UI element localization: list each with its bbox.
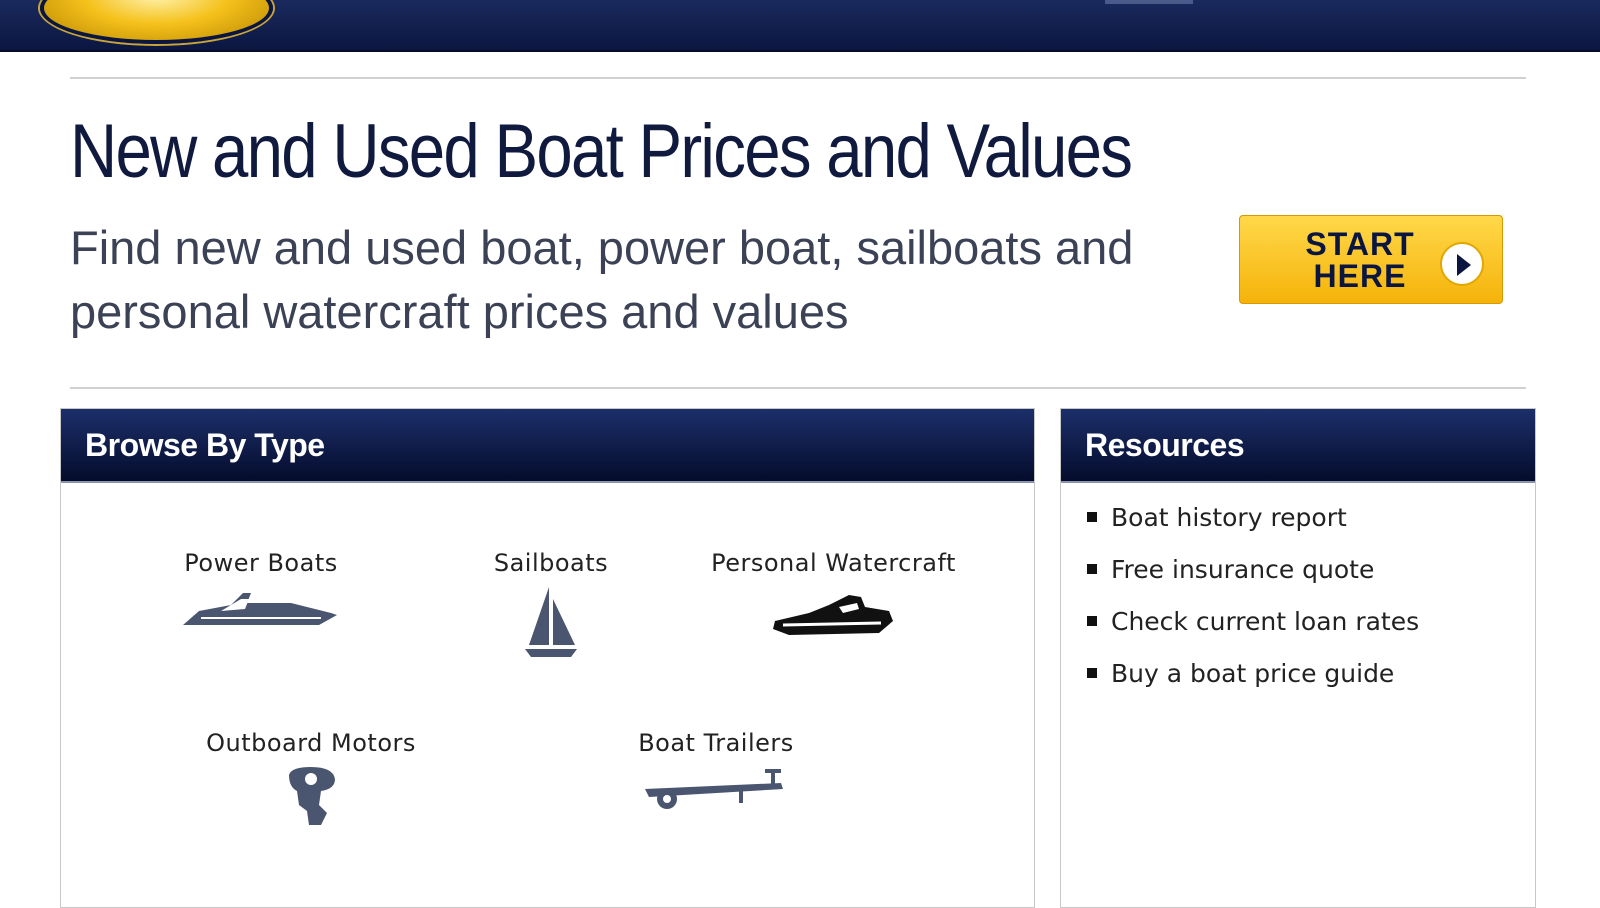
site-logo[interactable] xyxy=(40,0,273,44)
resource-link-price-guide[interactable]: Buy a boat price guide xyxy=(1087,659,1419,711)
browse-panel-title: Browse By Type xyxy=(85,427,325,463)
page-title: New and Used Boat Prices and Values xyxy=(70,109,1133,194)
power-boat-icon xyxy=(183,593,337,625)
top-nav-bar xyxy=(0,0,1600,52)
type-label: Boat Trailers xyxy=(638,729,794,757)
divider-top xyxy=(70,77,1526,79)
page-subtitle: Find new and used boat, power boat, sail… xyxy=(70,221,1134,338)
bullet-icon xyxy=(1087,668,1097,678)
resources-panel: Resources Boat history report Free insur… xyxy=(1060,408,1536,908)
type-label: Sailboats xyxy=(493,549,609,577)
resource-link-insurance-quote[interactable]: Free insurance quote xyxy=(1087,555,1419,607)
start-here-button[interactable]: START HERE xyxy=(1239,215,1503,304)
type-boat-trailers[interactable]: Boat Trailers xyxy=(616,729,816,815)
bullet-icon xyxy=(1087,616,1097,626)
boat-trailer-icon xyxy=(645,769,783,809)
type-label: Power Boats xyxy=(184,549,338,577)
type-sailboats[interactable]: Sailboats xyxy=(461,549,641,661)
resource-link-loan-rates[interactable]: Check current loan rates xyxy=(1087,607,1419,659)
resources-panel-header: Resources xyxy=(1061,409,1535,483)
browse-by-type-panel: Browse By Type Power Boats Sailboats Per… xyxy=(60,408,1035,908)
outboard-motor-icon xyxy=(289,767,335,825)
bullet-icon xyxy=(1087,512,1097,522)
type-label: Personal Watercraft xyxy=(711,549,956,577)
type-label: Outboard Motors xyxy=(206,729,416,757)
nav-tab-indicator xyxy=(1105,0,1193,4)
type-personal-watercraft[interactable]: Personal Watercraft xyxy=(701,549,966,645)
type-power-boats[interactable]: Power Boats xyxy=(161,549,361,635)
start-here-label: START HERE xyxy=(1305,226,1415,294)
resources-list: Boat history report Free insurance quote… xyxy=(1087,503,1419,711)
personal-watercraft-icon xyxy=(772,595,893,635)
type-outboard-motors[interactable]: Outboard Motors xyxy=(191,729,431,835)
resources-panel-title: Resources xyxy=(1085,427,1245,463)
divider-middle xyxy=(70,387,1526,389)
browse-panel-header: Browse By Type xyxy=(61,409,1034,483)
resource-link-boat-history[interactable]: Boat history report xyxy=(1087,503,1419,555)
play-arrow-icon xyxy=(1440,242,1484,286)
sailboat-icon xyxy=(525,587,577,657)
bullet-icon xyxy=(1087,564,1097,574)
